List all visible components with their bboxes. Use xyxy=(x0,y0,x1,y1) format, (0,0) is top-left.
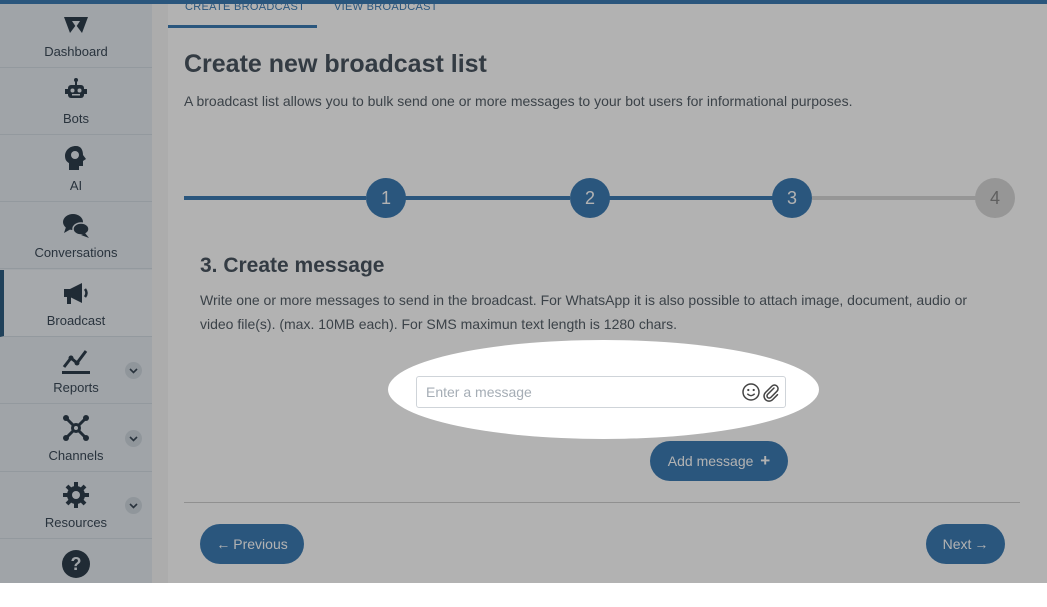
paperclip-icon[interactable] xyxy=(761,382,781,402)
main-area: CREATE BROADCAST VIEW BROADCAST Create n… xyxy=(152,1,1047,583)
add-message-button[interactable]: Add message + xyxy=(650,441,788,481)
network-icon xyxy=(60,413,92,443)
megaphone-icon xyxy=(60,278,92,308)
page-subtitle: A broadcast list allows you to bulk send… xyxy=(184,93,853,109)
chevron-down-icon[interactable] xyxy=(125,497,142,514)
previous-label: Previous xyxy=(233,536,288,552)
sidebar-item-label: Dashboard xyxy=(44,44,108,59)
next-button[interactable]: Next → xyxy=(926,524,1005,564)
active-tab-indicator xyxy=(168,25,317,28)
chevron-down-icon[interactable] xyxy=(125,362,142,379)
sidebar-item-channels[interactable]: Channels xyxy=(0,405,152,472)
divider xyxy=(184,502,1020,503)
dashboard-icon xyxy=(60,9,92,39)
step-connector xyxy=(184,196,366,200)
sidebar-item-resources[interactable]: Resources xyxy=(0,472,152,539)
sidebar-item-ai[interactable]: AI xyxy=(0,135,152,202)
sidebar-item-dashboard[interactable]: Dashboard xyxy=(0,1,152,68)
sidebar: Dashboard Bots AI Conversations Broadcas… xyxy=(0,4,152,583)
step-connector xyxy=(608,196,774,200)
add-message-label: Add message xyxy=(667,453,754,469)
plus-icon: + xyxy=(760,451,771,470)
progress-stepper: 1 2 3 4 xyxy=(184,178,1015,218)
step-2: 2 xyxy=(570,178,610,218)
next-label: Next xyxy=(942,536,972,552)
step-3: 3 xyxy=(772,178,812,218)
sidebar-item-label: Broadcast xyxy=(46,313,106,328)
sidebar-item-label: Reports xyxy=(53,380,99,395)
emoji-icon[interactable] xyxy=(741,382,761,402)
help-icon: ? xyxy=(60,549,92,579)
step-1: 1 xyxy=(366,178,406,218)
sidebar-item-broadcast[interactable]: Broadcast xyxy=(0,270,152,337)
sidebar-item-help[interactable]: ? xyxy=(0,540,152,607)
previous-button[interactable]: ← Previous xyxy=(200,524,304,564)
sidebar-item-label: AI xyxy=(69,178,83,193)
sidebar-item-label: Conversations xyxy=(34,245,118,260)
head-icon xyxy=(60,143,92,173)
chat-bubbles-icon xyxy=(60,210,92,240)
section-title: 3. Create message xyxy=(200,254,385,277)
step-4: 4 xyxy=(975,178,1015,218)
sidebar-item-bots[interactable]: Bots xyxy=(0,68,152,135)
section-description: Write one or more messages to send in th… xyxy=(200,292,968,332)
step-connector xyxy=(404,196,570,200)
top-accent-bar xyxy=(0,0,1047,4)
content-card: CREATE BROADCAST VIEW BROADCAST Create n… xyxy=(168,1,1047,583)
svg-text:?: ? xyxy=(71,554,82,574)
chevron-down-icon[interactable] xyxy=(125,430,142,447)
sidebar-item-label: Channels xyxy=(48,448,104,463)
sidebar-item-reports[interactable]: Reports xyxy=(0,337,152,404)
sidebar-item-label: Bots xyxy=(62,111,89,126)
line-chart-icon xyxy=(60,345,92,375)
page-title: Create new broadcast list xyxy=(184,50,487,78)
sidebar-item-label: Resources xyxy=(44,515,108,530)
gear-icon xyxy=(60,480,92,510)
step-connector xyxy=(812,196,977,200)
sidebar-item-conversations[interactable]: Conversations xyxy=(0,202,152,269)
arrow-left-icon: ← xyxy=(216,536,231,552)
arrow-right-icon: → xyxy=(974,536,989,552)
robot-icon xyxy=(60,76,92,106)
message-input[interactable] xyxy=(416,376,786,408)
